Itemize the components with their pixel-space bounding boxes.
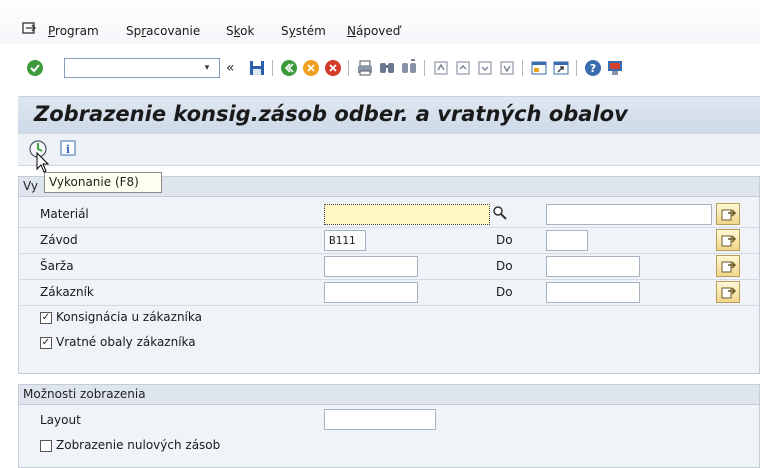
menu-skok[interactable]: Skok <box>226 24 254 38</box>
menu-system[interactable]: Systém <box>281 24 326 38</box>
customer-from-input[interactable] <box>324 282 418 303</box>
material-to-input[interactable] <box>546 204 712 225</box>
multiple-selection-icon <box>721 287 737 299</box>
batch-to-label: Do <box>496 259 513 273</box>
previous-page-icon[interactable] <box>454 59 472 77</box>
consignment-checkbox[interactable]: ✓ <box>40 312 52 324</box>
returnable-packaging-checkbox[interactable]: ✓ <box>40 337 52 349</box>
first-page-icon[interactable] <box>432 59 450 77</box>
shortcut-icon[interactable] <box>552 59 570 77</box>
zero-stock-checkbox[interactable] <box>40 440 52 452</box>
customer-multiple-selection-button[interactable] <box>716 281 740 303</box>
batch-to-input[interactable] <box>546 256 640 277</box>
command-dropdown-icon[interactable]: ▾ <box>200 62 214 74</box>
mouse-cursor-icon <box>36 152 50 173</box>
menu-napoveda[interactable]: Nápoveď <box>347 24 400 38</box>
toolbar-separator <box>348 60 349 76</box>
svg-text:i: i <box>66 143 70 156</box>
cancel-icon[interactable] <box>324 59 342 77</box>
menu-bar: Program Spracovanie Skok Systém Nápoveď <box>0 0 760 44</box>
toolbar-separator <box>576 60 577 76</box>
page-title: Zobrazenie konsig.zásob odber. a vratnýc… <box>34 102 628 126</box>
print-icon[interactable] <box>356 59 374 77</box>
row-divider <box>18 227 760 228</box>
multiple-selection-icon <box>721 261 737 273</box>
customer-label: Zákazník <box>40 285 94 299</box>
layout-label: Layout <box>40 413 81 427</box>
multiple-selection-icon <box>721 235 737 247</box>
application-toolbar: i <box>18 134 760 166</box>
material-label: Materiál <box>40 207 89 221</box>
zero-stock-label: Zobrazenie nulových zásob <box>56 438 221 452</box>
enter-icon[interactable] <box>26 59 44 77</box>
row-divider <box>18 279 760 280</box>
command-field[interactable] <box>64 58 220 78</box>
plant-to-label: Do <box>496 233 513 247</box>
customer-to-label: Do <box>496 285 513 299</box>
menu-program[interactable]: Program <box>48 24 99 38</box>
toolbar-separator <box>272 60 273 76</box>
save-icon[interactable] <box>248 59 266 77</box>
plant-from-input[interactable]: B111 <box>324 230 366 251</box>
batch-label: Šarža <box>40 259 74 273</box>
search-help-icon[interactable] <box>492 205 510 223</box>
menu-exit-icon[interactable] <box>22 22 36 34</box>
material-multiple-selection-button[interactable] <box>716 203 740 225</box>
material-from-input[interactable] <box>324 204 490 225</box>
plant-multiple-selection-button[interactable] <box>716 229 740 251</box>
row-divider <box>18 305 760 306</box>
row-divider <box>18 253 760 254</box>
back-icon[interactable] <box>280 59 298 77</box>
multiple-selection-icon <box>721 209 737 221</box>
toolbar-separator <box>522 60 523 76</box>
consignment-label: Konsignácia u zákazníka <box>56 310 202 324</box>
customize-layout-icon[interactable] <box>606 59 624 77</box>
returnable-packaging-label: Vratné obaly zákazníka <box>56 335 196 349</box>
customer-to-input[interactable] <box>546 282 640 303</box>
svg-text:?: ? <box>590 62 596 75</box>
collapse-toolbar-icon[interactable]: « <box>226 59 244 77</box>
new-session-icon[interactable] <box>530 59 548 77</box>
find-next-icon[interactable] <box>400 59 418 77</box>
tooltip-execute: Vykonanie (F8) <box>44 172 162 193</box>
batch-multiple-selection-button[interactable] <box>716 255 740 277</box>
exit-icon[interactable] <box>302 59 320 77</box>
layout-input[interactable] <box>324 409 436 430</box>
info-icon[interactable]: i <box>60 140 76 156</box>
next-page-icon[interactable] <box>476 59 494 77</box>
title-bar: Zobrazenie konsig.zásob odber. a vratnýc… <box>18 96 760 134</box>
menu-spracovanie[interactable]: Spracovanie <box>126 24 200 38</box>
display-options-header: Možnosti zobrazenia <box>19 385 759 405</box>
find-icon[interactable] <box>378 59 396 77</box>
plant-label: Závod <box>40 233 78 247</box>
toolbar-separator <box>424 60 425 76</box>
plant-to-input[interactable] <box>546 230 588 251</box>
batch-from-input[interactable] <box>324 256 418 277</box>
last-page-icon[interactable] <box>498 59 516 77</box>
help-icon[interactable]: ? <box>584 59 602 77</box>
